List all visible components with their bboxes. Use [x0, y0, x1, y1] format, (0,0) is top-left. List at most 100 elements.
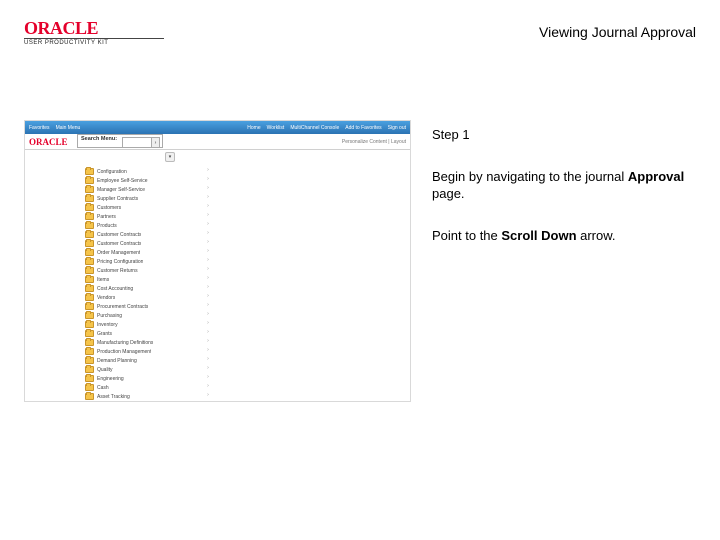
- expand-arrow-icon[interactable]: ›: [205, 230, 211, 239]
- menu-item-label: Cash: [97, 385, 109, 391]
- instruction-para-2: Point to the Scroll Down arrow.: [432, 227, 692, 245]
- menu-item[interactable]: Configuration: [85, 167, 205, 176]
- scroll-down-icon[interactable]: ▾: [165, 152, 175, 162]
- search-go-icon[interactable]: ›: [151, 137, 160, 148]
- expand-arrow-icon[interactable]: ›: [205, 275, 211, 284]
- menu-item-label: Employee Self-Service: [97, 178, 148, 184]
- menu-item-label: Partners: [97, 214, 116, 220]
- para2-pre: Point to the: [432, 228, 501, 243]
- expand-arrow-icon[interactable]: ›: [205, 185, 211, 194]
- menu-item[interactable]: Partners: [85, 212, 205, 221]
- folder-icon: [85, 312, 94, 319]
- search-label: Search Menu:: [81, 136, 117, 142]
- menu-item-label: Production Management: [97, 349, 151, 355]
- menu-item[interactable]: Engineering: [85, 374, 205, 383]
- menu-item[interactable]: Inventory: [85, 320, 205, 329]
- nav-signout[interactable]: Sign out: [388, 125, 406, 131]
- nav-mcc[interactable]: MultiChannel Console: [290, 125, 339, 131]
- search-menu-box: Search Menu: ›: [77, 134, 163, 148]
- expand-arrow-icon[interactable]: ›: [205, 356, 211, 365]
- expand-arrow-icon[interactable]: ›: [205, 194, 211, 203]
- app-oracle-logo: ORACLE: [29, 137, 68, 147]
- expand-arrow-icon[interactable]: ›: [205, 221, 211, 230]
- folder-icon: [85, 195, 94, 202]
- folder-icon: [85, 276, 94, 283]
- personalize-link[interactable]: Personalize Content | Layout: [342, 139, 406, 145]
- search-input[interactable]: [122, 137, 154, 148]
- menu-item[interactable]: Products: [85, 221, 205, 230]
- menu-item[interactable]: Grants: [85, 329, 205, 338]
- menu-item[interactable]: Demand Planning: [85, 356, 205, 365]
- menu-item[interactable]: Pricing Configuration: [85, 257, 205, 266]
- menu-item[interactable]: Production Management: [85, 347, 205, 356]
- expand-arrow-icon[interactable]: ›: [205, 266, 211, 275]
- expand-arrow-icon[interactable]: ›: [205, 176, 211, 185]
- nav-home[interactable]: Home: [247, 125, 260, 131]
- menu-item-label: Customers: [97, 205, 121, 211]
- expand-arrow-icon[interactable]: ›: [205, 284, 211, 293]
- menu-item[interactable]: Customer Contracts: [85, 239, 205, 248]
- para1-post: page.: [432, 186, 465, 201]
- folder-icon: [85, 186, 94, 193]
- expand-arrow-icon[interactable]: ›: [205, 347, 211, 356]
- expand-arrow-icon[interactable]: ›: [205, 365, 211, 374]
- expand-arrow-icon[interactable]: ›: [205, 392, 211, 401]
- expand-arrow-icon[interactable]: ›: [205, 257, 211, 266]
- expand-arrow-icon[interactable]: ›: [205, 212, 211, 221]
- folder-icon: [85, 267, 94, 274]
- expand-arrow-icon[interactable]: ›: [205, 167, 211, 176]
- expand-arrow-icon[interactable]: ›: [205, 311, 211, 320]
- expand-arrow-icon[interactable]: ›: [205, 320, 211, 329]
- folder-icon: [85, 393, 94, 400]
- menu-item[interactable]: Items: [85, 275, 205, 284]
- menu-item-label: Vendors: [97, 295, 115, 301]
- expand-arrow-icon[interactable]: ›: [205, 401, 211, 402]
- nav-add-fav[interactable]: Add to Favorites: [345, 125, 381, 131]
- menu-item[interactable]: Supplier Contracts: [85, 194, 205, 203]
- expand-arrow-icon[interactable]: ›: [205, 302, 211, 311]
- nav-favorites[interactable]: Favorites: [29, 125, 50, 131]
- folder-icon: [85, 330, 94, 337]
- folder-icon: [85, 303, 94, 310]
- expand-arrow-icon[interactable]: ›: [205, 203, 211, 212]
- nav-worklist[interactable]: Worklist: [267, 125, 285, 131]
- menu-item[interactable]: Manager Self-Service: [85, 185, 205, 194]
- menu-item[interactable]: Procurement Contracts: [85, 302, 205, 311]
- folder-icon: [85, 231, 94, 238]
- menu-item[interactable]: Vendors: [85, 293, 205, 302]
- folder-icon: [85, 285, 94, 292]
- menu-item-label: Manager Self-Service: [97, 187, 145, 193]
- menu-item[interactable]: Customers: [85, 203, 205, 212]
- expand-arrow-icon[interactable]: ›: [205, 329, 211, 338]
- expand-arrow-icon[interactable]: ›: [205, 248, 211, 257]
- logo-subtext: USER PRODUCTIVITY KIT: [24, 40, 108, 46]
- para1-pre: Begin by navigating to the journal: [432, 169, 628, 184]
- menu-item-label: Demand Planning: [97, 358, 137, 364]
- menu-item[interactable]: Order Management: [85, 248, 205, 257]
- menu-item-label: Order Management: [97, 250, 140, 256]
- embedded-screenshot: Favorites Main Menu Home Worklist MultiC…: [24, 120, 411, 402]
- menu-item-label: Inventory: [97, 322, 118, 328]
- menu-item[interactable]: Customer Returns: [85, 266, 205, 275]
- menu-item-label: Items: [97, 277, 109, 283]
- menu-item[interactable]: Banking: [85, 401, 205, 402]
- expand-arrow-icon[interactable]: ›: [205, 239, 211, 248]
- folder-icon: [85, 339, 94, 346]
- menu-item-label: Quality: [97, 367, 113, 373]
- expand-arrow-icon[interactable]: ›: [205, 293, 211, 302]
- expand-arrow-icon[interactable]: ›: [205, 338, 211, 347]
- nav-main-menu[interactable]: Main Menu: [56, 125, 81, 131]
- menu-item[interactable]: Asset Tracking: [85, 392, 205, 401]
- menu-item[interactable]: Purchasing: [85, 311, 205, 320]
- menu-item[interactable]: Cash: [85, 383, 205, 392]
- expand-arrow-icon[interactable]: ›: [205, 374, 211, 383]
- menu-item-label: Purchasing: [97, 313, 122, 319]
- menu-item[interactable]: Customer Contracts: [85, 230, 205, 239]
- expand-arrow-icon[interactable]: ›: [205, 383, 211, 392]
- menu-item[interactable]: Quality: [85, 365, 205, 374]
- menu-item[interactable]: Employee Self-Service: [85, 176, 205, 185]
- menu-item[interactable]: Manufacturing Definitions: [85, 338, 205, 347]
- menu-item-label: Customer Returns: [97, 268, 138, 274]
- shot-divider: [25, 149, 410, 150]
- menu-item[interactable]: Cost Accounting: [85, 284, 205, 293]
